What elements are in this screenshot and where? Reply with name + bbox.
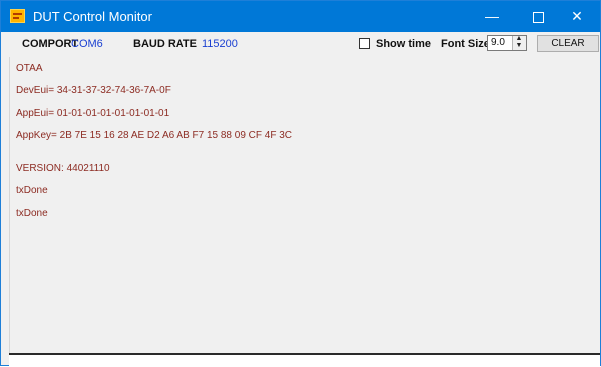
app-window: DUT Control Monitor — ✕ COMPORT COM6 BAU…	[0, 0, 601, 367]
comport-label: COMPORT	[22, 38, 79, 50]
close-icon: ✕	[571, 8, 583, 24]
maximize-icon	[532, 11, 544, 23]
show-time-checkbox[interactable]	[359, 38, 370, 49]
minimize-icon: —	[485, 8, 499, 24]
window-title: DUT Control Monitor	[33, 9, 152, 24]
input-strip[interactable]	[9, 353, 600, 367]
title-bar[interactable]: DUT Control Monitor — ✕	[1, 1, 600, 32]
serial-log-area[interactable]: OTAA DevEui= 34-31-37-32-74-36-7A-0F App…	[9, 57, 600, 353]
show-time-label[interactable]: Show time	[376, 38, 431, 50]
log-line: AppKey= 2B 7E 15 16 28 AE D2 A6 AB F7 15…	[16, 130, 293, 141]
spin-down-icon[interactable]: ▼	[515, 42, 523, 49]
log-line: txDone	[16, 185, 48, 196]
baud-rate-label: BAUD RATE	[133, 38, 197, 50]
log-line: VERSION: 44021110	[16, 163, 110, 174]
log-line: txDone	[16, 208, 48, 219]
toolbar: COMPORT COM6 BAUD RATE 115200 Show time …	[1, 32, 600, 54]
log-line: AppEui= 01-01-01-01-01-01-01-01	[16, 108, 170, 119]
font-size-stepper[interactable]: 9.0 ▲ ▼	[487, 35, 527, 51]
minimize-button[interactable]: —	[469, 1, 515, 32]
log-line: OTAA	[16, 63, 43, 74]
comport-value[interactable]: COM6	[71, 38, 103, 50]
baud-rate-value[interactable]: 115200	[202, 38, 238, 50]
log-line: DevEui= 34-31-37-32-74-36-7A-0F	[16, 85, 171, 96]
font-size-value[interactable]: 9.0	[491, 37, 505, 48]
clear-button[interactable]: CLEAR	[537, 35, 599, 52]
app-icon	[10, 9, 25, 23]
font-size-arrows[interactable]: ▲ ▼	[512, 35, 526, 50]
font-size-label: Font Size	[441, 38, 490, 50]
close-button[interactable]: ✕	[554, 1, 600, 32]
